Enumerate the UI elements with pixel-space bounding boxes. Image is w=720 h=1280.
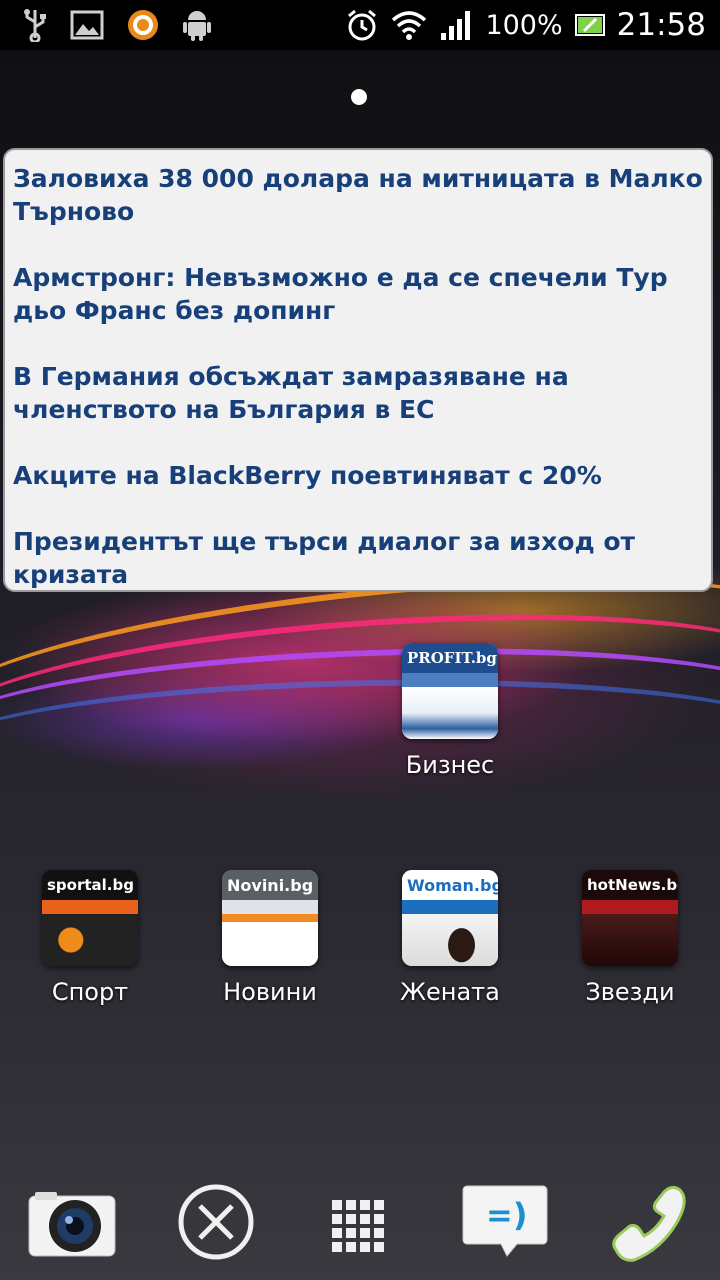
app-news[interactable]: Novini.bg Новини <box>200 870 340 1006</box>
usb-icon <box>22 8 48 42</box>
app-label: Бизнес <box>405 751 495 779</box>
phone-icon[interactable] <box>606 1180 690 1264</box>
android-icon <box>182 8 212 42</box>
alarm-icon <box>345 8 379 42</box>
app-woman[interactable]: Woman.bg Жената <box>380 870 520 1006</box>
close-icon[interactable] <box>176 1182 256 1262</box>
app-logo: Novini.bg <box>222 870 318 900</box>
clock: 21:58 <box>616 7 706 43</box>
app-logo: hotNews.bg <box>582 870 678 900</box>
status-bar: 100% 21:58 <box>0 0 720 50</box>
news-item[interactable]: Армстронг: Невъзможно е да се спечели Ту… <box>13 261 703 327</box>
sportal-app-icon: sportal.bg <box>42 870 138 966</box>
app-business[interactable]: PROFIT.bg Бизнес <box>380 643 520 779</box>
woman-app-icon: Woman.bg <box>402 870 498 966</box>
app-label: Звезди <box>585 978 675 1006</box>
novini-app-icon: Novini.bg <box>222 870 318 966</box>
news-item[interactable]: Заловиха 38 000 долара на митницата в Ма… <box>13 162 703 228</box>
profit-app-icon: PROFIT.bg <box>402 643 498 739</box>
app-label: Новини <box>223 978 317 1006</box>
app-notification-icon <box>126 8 160 42</box>
news-item[interactable]: В Германия обсъждат замразяване на членс… <box>13 360 703 426</box>
messaging-glyph: =) <box>486 1196 528 1234</box>
app-logo: PROFIT.bg <box>402 643 498 673</box>
page-indicator <box>351 89 367 105</box>
app-stars[interactable]: hotNews.bg Звезди <box>560 870 700 1006</box>
app-sport[interactable]: sportal.bg Спорт <box>20 870 160 1006</box>
battery-icon <box>574 13 605 37</box>
image-icon <box>70 10 104 40</box>
app-logo: sportal.bg <box>42 870 138 900</box>
app-label: Спорт <box>51 978 129 1006</box>
battery-percent: 100% <box>485 9 563 41</box>
news-widget[interactable]: Заловиха 38 000 долара на митницата в Ма… <box>3 148 713 592</box>
app-label: Жената <box>400 978 500 1006</box>
app-logo: Woman.bg <box>402 870 498 900</box>
news-item[interactable]: Акците на BlackBerry поевтиняват с 20% <box>13 459 703 492</box>
hotnews-app-icon: hotNews.bg <box>582 870 678 966</box>
wifi-icon <box>391 10 427 40</box>
news-item[interactable]: Президентът ще търси диалог за изход от … <box>13 525 703 591</box>
dock: =) <box>0 1160 720 1280</box>
camera-icon[interactable] <box>26 1190 118 1258</box>
app-drawer-icon[interactable] <box>330 1198 386 1254</box>
signal-icon <box>439 9 473 41</box>
messaging-icon[interactable]: =) <box>460 1182 550 1262</box>
